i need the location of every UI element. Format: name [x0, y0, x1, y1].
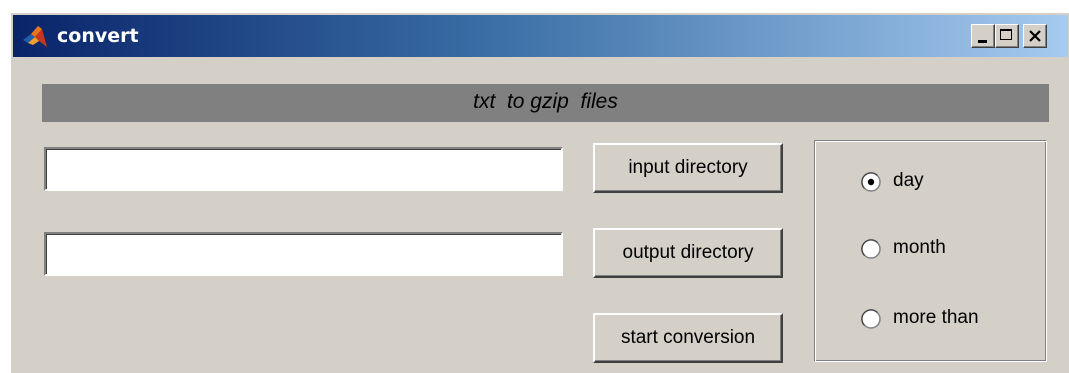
close-icon	[1029, 30, 1041, 42]
maximize-button[interactable]	[995, 24, 1019, 48]
title-banner: txt to gzip files	[42, 84, 1049, 122]
convert-window: convert txt to gzip files input director…	[10, 12, 1069, 373]
period-radio-group: day month more than	[814, 140, 1047, 362]
radio-unselected-icon	[861, 239, 881, 259]
radio-more-than-label: more than	[893, 307, 979, 328]
radio-unselected-icon	[861, 309, 881, 329]
radio-month-label: month	[893, 237, 946, 258]
output-directory-button[interactable]: output directory	[593, 228, 783, 278]
radio-selected-icon	[861, 172, 881, 192]
matlab-logo-icon	[23, 26, 47, 47]
output-directory-field[interactable]	[44, 232, 563, 276]
input-directory-button[interactable]: input directory	[593, 143, 783, 193]
input-directory-field[interactable]	[44, 147, 563, 191]
minimize-button[interactable]	[971, 24, 995, 48]
start-conversion-button[interactable]: start conversion	[593, 313, 783, 363]
window-title: convert	[57, 25, 139, 47]
close-button[interactable]	[1023, 24, 1047, 48]
title-bar[interactable]: convert	[13, 15, 1068, 57]
banner-text: txt to gzip files	[473, 90, 618, 113]
radio-day-label: day	[893, 170, 924, 191]
